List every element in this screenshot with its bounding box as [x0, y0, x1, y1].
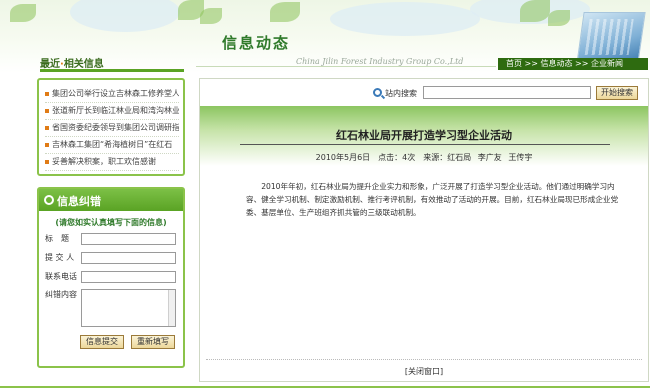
news-link[interactable]: 妥善解决积案，职工欢信感谢 [52, 157, 156, 166]
bullet-icon [45, 91, 49, 96]
content-textarea[interactable] [81, 289, 176, 327]
close-window-link[interactable]: [关闭窗口] [200, 366, 648, 377]
cloud-decoration [70, 0, 180, 32]
news-link[interactable]: 省国资委纪委领导到集团公司调研指 [52, 123, 179, 132]
article-panel: 站内搜索 开始搜索 红石林业局开展打造学习型企业活动 2010年5月6日 点击：… [199, 78, 649, 382]
news-link[interactable]: 集团公司举行设立吉林森工修养堂人 [52, 89, 179, 98]
article-title: 红石林业局开展打造学习型企业活动 [336, 129, 512, 142]
news-link[interactable]: 张道新厅长到临江林业局和湾沟林业 [52, 106, 179, 115]
scrollbar[interactable] [168, 290, 175, 326]
phone-label: 联系电话 [45, 272, 77, 281]
bullet-icon [45, 108, 49, 113]
related-info-heading: 最近·相关信息 [40, 55, 104, 70]
building-image [576, 12, 646, 64]
phone-input[interactable] [81, 271, 176, 283]
news-link[interactable]: 吉林森工集团“希海植树日”在红石 [52, 140, 172, 149]
cloud-decoration [330, 2, 480, 36]
leaf-decoration [200, 8, 222, 24]
leaf-decoration [270, 2, 300, 22]
news-list: 集团公司举行设立吉林森工修养堂人 张道新厅长到临江林业局和湾沟林业 省国资委纪委… [39, 80, 183, 171]
company-name-en: China Jilin Forest Industry Group Co.,Lt… [296, 57, 464, 66]
divider [206, 359, 642, 360]
reset-button[interactable]: 重新填写 [131, 335, 175, 349]
search-button[interactable]: 开始搜索 [596, 86, 638, 100]
bullet-icon [45, 142, 49, 147]
breadcrumb[interactable]: 首页 >> 信息动态 >> 企业新闻 [498, 58, 648, 70]
search-icon [373, 88, 382, 97]
list-item[interactable]: 吉林森工集团“希海植树日”在红石 [45, 137, 179, 154]
bullet-icon [45, 125, 49, 130]
list-item[interactable]: 张道新厅长到临江林业局和湾沟林业 [45, 103, 179, 120]
site-search: 站内搜索 开始搜索 [200, 85, 648, 101]
article-meta: 2010年5月6日 点击：4次 来源：红石局 李广友 王传宇 [315, 153, 533, 162]
list-item[interactable]: 妥善解决积案，职工欢信感谢 [45, 154, 179, 171]
content-label: 纠错内容 [45, 290, 77, 299]
feedback-title: 信息纠错 [57, 195, 101, 208]
search-input[interactable] [423, 86, 591, 99]
leaf-decoration [520, 0, 550, 22]
article-body: 2010年年初，红石林业局为提升企业实力和形象，广泛开展了打造学习型企业活动。他… [246, 182, 619, 217]
feedback-header: 信息纠错 [39, 189, 183, 211]
divider [240, 144, 610, 145]
list-item[interactable]: 集团公司举行设立吉林森工修养堂人 [45, 86, 179, 103]
search-label: 站内搜索 [385, 89, 417, 98]
leaf-decoration [548, 10, 570, 26]
info-icon [44, 195, 54, 205]
feedback-form-panel: 信息纠错 (请您如实认真填写下面的信息) 标 题 提 交 人 联系电话 纠错内容… [37, 187, 185, 368]
submit-button[interactable]: 信息提交 [80, 335, 124, 349]
title-input[interactable] [81, 233, 176, 245]
title-label: 标 题 [45, 234, 69, 243]
divider [196, 66, 496, 67]
footer-divider [0, 386, 650, 388]
leaf-decoration [10, 4, 36, 22]
related-news-panel: 集团公司举行设立吉林森工修养堂人 张道新厅长到临江林业局和湾沟林业 省国资委纪委… [37, 78, 185, 176]
page-title: 信息动态 [222, 34, 291, 52]
submitter-label: 提 交 人 [45, 253, 75, 262]
header-banner: 信息动态 China Jilin Forest Industry Group C… [0, 0, 650, 73]
bullet-icon [45, 159, 49, 164]
divider [40, 69, 184, 72]
submitter-input[interactable] [81, 252, 176, 264]
feedback-note: (请您如实认真填写下面的信息) [55, 218, 167, 227]
list-item[interactable]: 省国资委纪委领导到集团公司调研指 [45, 120, 179, 137]
